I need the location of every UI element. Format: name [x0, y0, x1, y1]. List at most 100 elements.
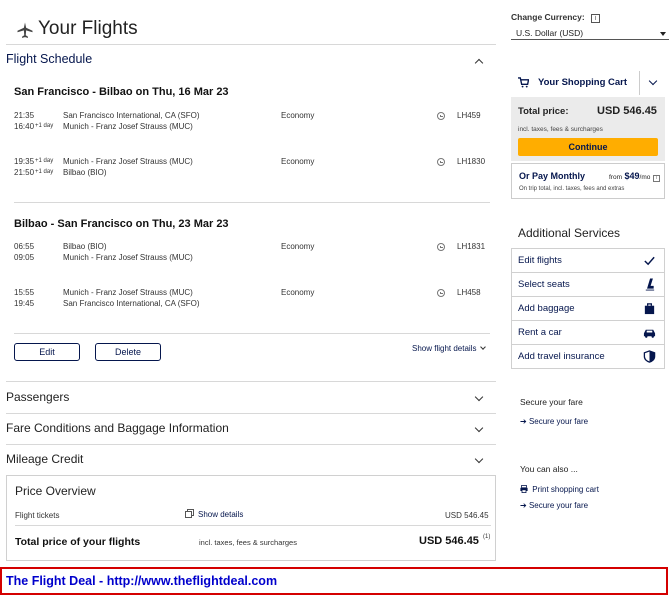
monthly-price: from $49/mo i — [609, 171, 660, 182]
service-label: Select seats — [518, 279, 570, 290]
flight-number: LH1831 — [457, 242, 486, 251]
departure-airport: Munich - Franz Josef Strauss (MUC) — [63, 288, 193, 297]
flight-tickets-label: Flight tickets — [15, 511, 60, 520]
cart-total-value: USD 546.45 — [597, 105, 657, 117]
currency-select[interactable]: U.S. Dollar (USD) — [511, 27, 669, 40]
chevron-down-icon — [479, 344, 486, 350]
shopping-cart-header[interactable]: Your Shopping Cart — [511, 71, 665, 95]
departure-airport: Bilbao (BIO) — [63, 242, 107, 251]
total-price-footnote: (1) — [483, 534, 491, 540]
cabin-class: Economy — [281, 242, 315, 251]
service-select-seats[interactable]: Select seats — [511, 273, 665, 297]
info-icon[interactable]: i — [591, 14, 601, 23]
departure-time: 19:35 — [14, 157, 35, 166]
cart-total-note: incl. taxes, fees & surcharges — [518, 126, 603, 133]
mileage-credit-accordion[interactable]: Mileage Credit — [6, 451, 496, 471]
service-add-baggage[interactable]: Add baggage — [511, 297, 665, 321]
arrival-airport: Munich - Franz Josef Strauss (MUC) — [63, 122, 193, 131]
total-price-note: incl. taxes, fees & surcharges — [199, 538, 297, 547]
flight-number: LH458 — [457, 288, 481, 297]
service-add-travel-insurance[interactable]: Add travel insurance — [511, 345, 665, 369]
mileage-credit-title: Mileage Credit — [6, 452, 84, 466]
monthly-from: from — [609, 174, 622, 181]
flight-number: LH1830 — [457, 157, 486, 166]
service-edit-flights[interactable]: Edit flights — [511, 248, 665, 273]
clock-icon — [437, 158, 445, 166]
pay-monthly-box[interactable]: Or Pay Monthly from $49/mo i On trip tot… — [511, 163, 665, 199]
chevron-down-icon — [648, 76, 658, 86]
passengers-title: Passengers — [6, 390, 70, 404]
page-title: Your Flights — [38, 18, 138, 39]
currency-value: U.S. Dollar (USD) — [516, 28, 584, 38]
currency-label-row: Change Currency: i — [511, 12, 601, 23]
chevron-down-icon — [474, 454, 484, 464]
chevron-up-icon — [474, 58, 484, 68]
seat-icon — [645, 278, 655, 291]
flight-schedule-title: Flight Schedule — [6, 52, 93, 66]
pay-monthly-title: Or Pay Monthly — [519, 171, 586, 181]
fare-conditions-accordion[interactable]: Fare Conditions and Baggage Information — [6, 420, 496, 440]
arrival-time: 21:50 — [14, 168, 35, 177]
arrival-time: 09:05 — [14, 253, 35, 262]
monthly-unit: /mo — [639, 174, 651, 181]
cart-total-box: Total price: USD 546.45 incl. taxes, fee… — [511, 97, 665, 161]
day-offset: +1 day — [35, 158, 54, 164]
cart-total-label: Total price: — [518, 106, 569, 117]
additional-services-title: Additional Services — [518, 226, 621, 240]
flight-deal-banner: The Flight Deal - http://www.theflightde… — [0, 567, 668, 595]
arrival-time: 19:45 — [14, 299, 35, 308]
arrival-time: 16:40 — [14, 122, 35, 131]
flight-number: LH459 — [457, 111, 481, 120]
airplane-icon — [17, 22, 33, 38]
service-label: Edit flights — [518, 255, 562, 266]
cabin-class: Economy — [281, 157, 315, 166]
secure-fare-link-label: Secure your fare — [528, 501, 589, 510]
monthly-amount: $49 — [624, 171, 640, 181]
delete-button[interactable]: Delete — [95, 343, 161, 361]
clock-icon — [437, 112, 445, 120]
price-overview-title: Price Overview — [15, 484, 96, 498]
service-label: Rent a car — [518, 327, 562, 338]
price-overview-box: Price Overview Flight tickets Show detai… — [6, 475, 496, 561]
flight-schedule-header[interactable]: Flight Schedule — [6, 52, 496, 70]
day-offset: +1 day — [35, 169, 54, 175]
info-icon[interactable]: i — [652, 175, 660, 182]
edit-button[interactable]: Edit — [14, 343, 80, 361]
chevron-down-icon — [474, 423, 484, 433]
flight-deal-banner-text[interactable]: The Flight Deal - http://www.theflightde… — [6, 574, 277, 588]
service-label: Add baggage — [518, 303, 575, 314]
departure-time: 06:55 — [14, 242, 35, 251]
departure-airport: San Francisco International, CA (SFO) — [63, 111, 200, 120]
secure-fare-link-2[interactable]: ➔ Secure your fare — [520, 501, 588, 510]
car-icon — [643, 329, 656, 338]
print-cart-link[interactable]: Print shopping cart — [520, 485, 599, 494]
continue-button[interactable]: Continue — [518, 138, 658, 156]
service-rent-a-car[interactable]: Rent a car — [511, 321, 665, 345]
departure-time: 15:55 — [14, 288, 35, 297]
pay-monthly-note: On trip total, incl. taxes, fees and ext… — [519, 186, 625, 192]
secure-fare-link[interactable]: ➔ Secure your fare — [520, 417, 588, 426]
copy-icon — [185, 511, 192, 518]
clock-icon — [437, 243, 445, 251]
arrival-airport: Munich - Franz Josef Strauss (MUC) — [63, 253, 193, 262]
arrow-right-icon: ➔ — [520, 417, 527, 426]
inbound-title: Bilbao - San Francisco on Thu, 23 Mar 23 — [14, 218, 229, 230]
passengers-accordion[interactable]: Passengers — [6, 389, 496, 409]
shopping-cart-title: Your Shopping Cart — [538, 77, 628, 88]
show-details-link[interactable]: Show details — [185, 510, 243, 519]
secure-fare-title: Secure your fare — [520, 397, 583, 407]
currency-label: Change Currency: — [511, 12, 585, 22]
cabin-class: Economy — [281, 288, 315, 297]
service-label: Add travel insurance — [518, 351, 605, 362]
departure-airport: Munich - Franz Josef Strauss (MUC) — [63, 157, 193, 166]
cabin-class: Economy — [281, 111, 315, 120]
you-can-also-title: You can also ... — [520, 464, 578, 474]
total-price-label: Total price of your flights — [15, 536, 141, 548]
fare-conditions-title: Fare Conditions and Baggage Information — [6, 421, 229, 435]
secure-fare-link-label: Secure your fare — [528, 417, 589, 426]
show-flight-details-link[interactable]: Show flight details — [412, 344, 486, 353]
outbound-title: San Francisco - Bilbao on Thu, 16 Mar 23 — [14, 86, 229, 98]
show-flight-details-label: Show flight details — [412, 344, 477, 353]
checkmark-icon — [644, 256, 655, 266]
tickets-price: USD 546.45 — [445, 511, 489, 520]
